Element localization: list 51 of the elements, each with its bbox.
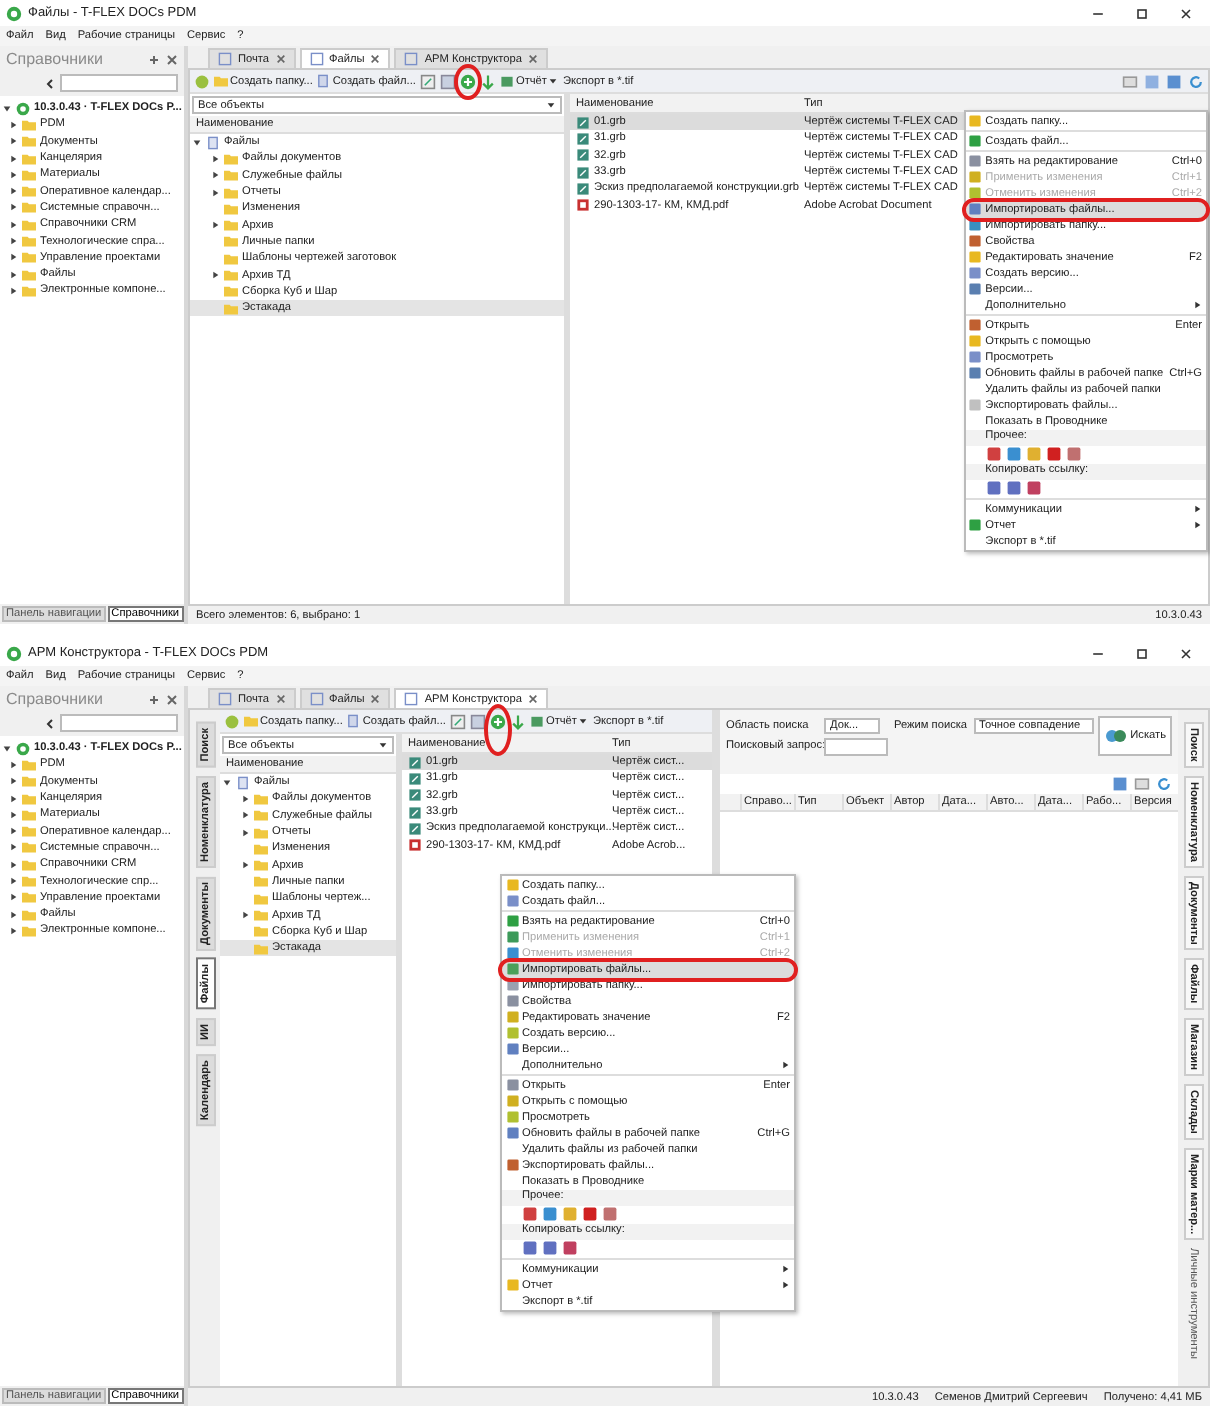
tab-icon <box>404 52 419 66</box>
pin-icon[interactable] <box>148 53 160 65</box>
server-icon <box>16 101 30 116</box>
folder-icon <box>214 74 228 88</box>
folder-icon <box>244 714 258 728</box>
files-icon <box>206 135 220 150</box>
close-icon[interactable] <box>1178 5 1194 21</box>
arrow-icon[interactable] <box>479 73 496 89</box>
menu-icon <box>968 518 983 532</box>
add-icon[interactable] <box>459 73 476 89</box>
tab-icon <box>309 692 324 706</box>
dropdown-arrow-icon <box>578 716 589 726</box>
file-icon <box>346 714 361 728</box>
maximize-icon[interactable] <box>1134 5 1150 21</box>
app-logo-icon <box>6 5 22 21</box>
tab-icon <box>218 692 232 706</box>
pdf-file-icon <box>576 198 590 213</box>
submenu-arrow-icon <box>780 1060 790 1070</box>
dropdown-arrow-icon <box>548 76 559 86</box>
pin-icon[interactable] <box>148 693 160 705</box>
expand-arrow-icon[interactable] <box>210 270 220 281</box>
panel-title: Справочники <box>6 50 103 68</box>
pdf-file-icon <box>408 838 422 853</box>
close-icon[interactable] <box>1178 645 1194 661</box>
expand-arrow-icon[interactable] <box>240 860 250 871</box>
panel-title: Справочники <box>6 690 103 708</box>
dropdown-arrow-icon <box>378 740 388 750</box>
submenu-arrow-icon <box>1192 300 1202 310</box>
arrow-icon[interactable] <box>509 713 526 729</box>
menu-icon <box>968 398 983 412</box>
app-logo-icon <box>6 645 22 661</box>
dropdown-arrow-icon <box>546 100 556 110</box>
tab-icon <box>404 692 419 706</box>
close-icon[interactable] <box>527 694 538 704</box>
menu-icon <box>505 1158 519 1172</box>
search-field[interactable] <box>60 74 178 92</box>
menu-icon <box>505 1278 519 1292</box>
edit-icon[interactable] <box>419 73 436 89</box>
edit-icon[interactable] <box>449 713 466 729</box>
close-icon[interactable] <box>370 54 381 64</box>
tab-icon <box>309 52 324 66</box>
tab-icon <box>218 52 232 66</box>
search-field[interactable] <box>60 714 178 732</box>
expand-arrow-icon[interactable] <box>210 220 220 231</box>
query-field[interactable] <box>824 737 888 755</box>
file-icon <box>316 74 331 88</box>
expand-arrow-icon[interactable] <box>240 910 250 921</box>
server-icon <box>16 741 30 756</box>
files-icon <box>236 775 250 790</box>
add-icon[interactable] <box>489 713 506 729</box>
maximize-icon[interactable] <box>1134 645 1150 661</box>
